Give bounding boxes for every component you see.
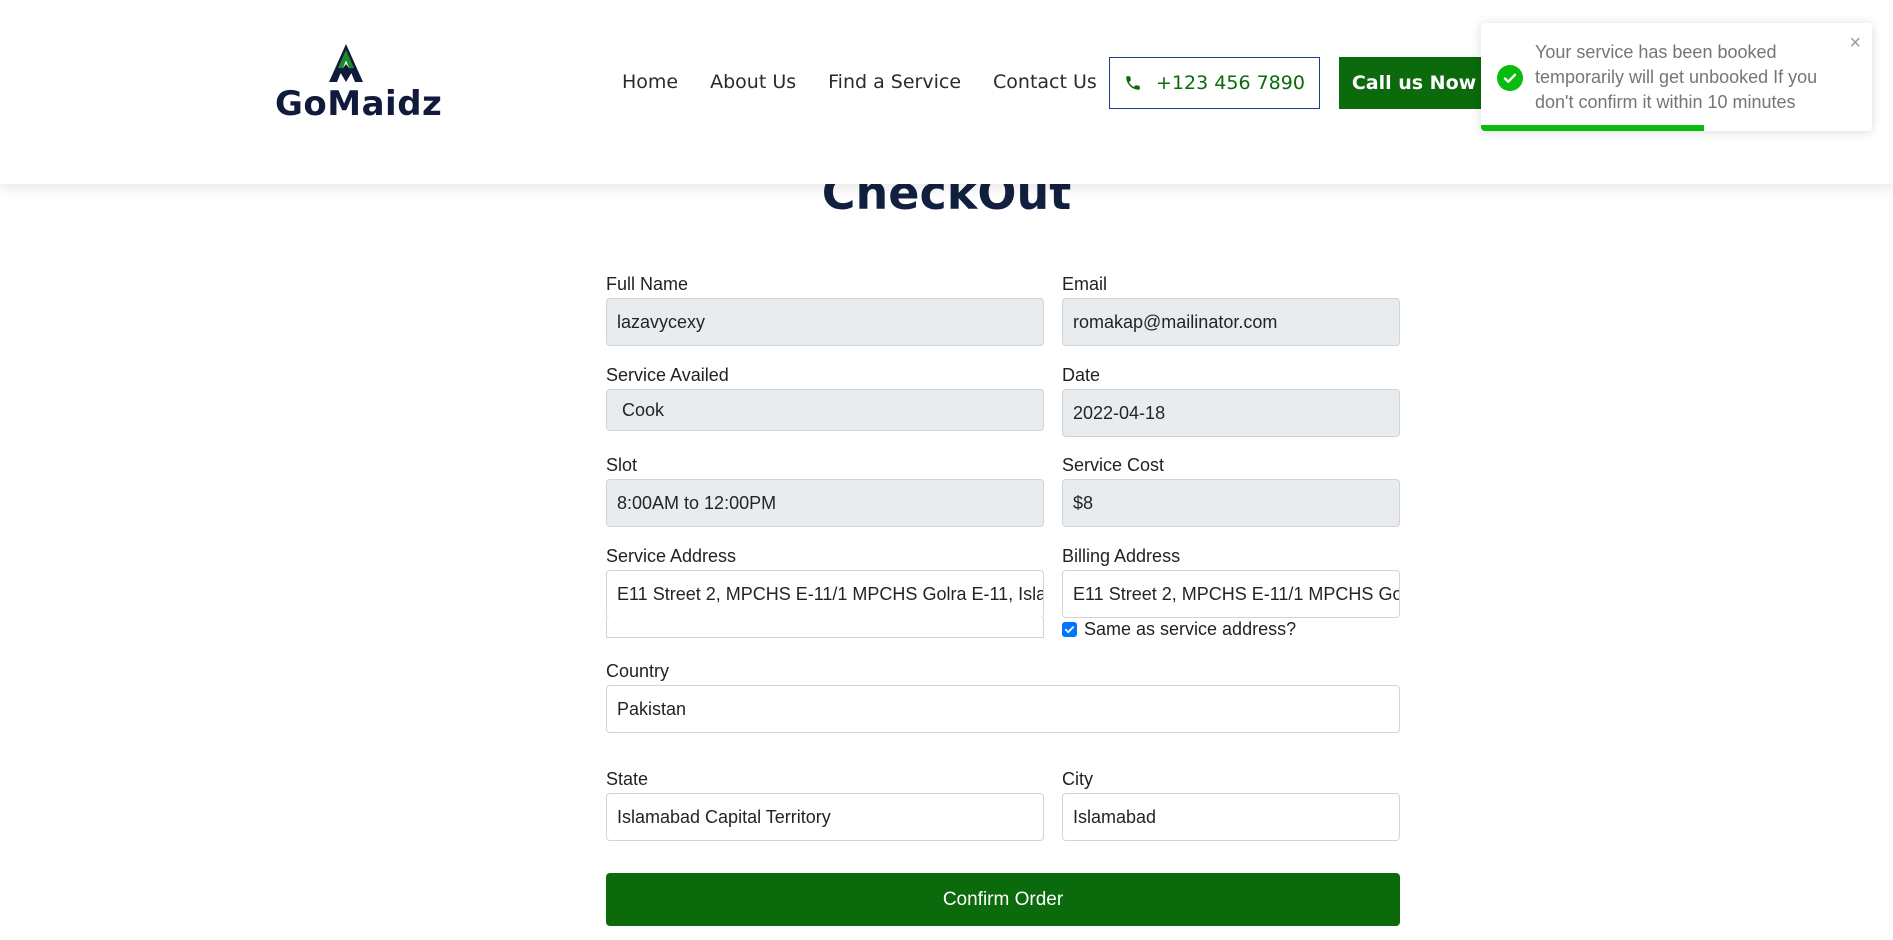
service-cost-field[interactable]: $8: [1062, 479, 1400, 527]
slot-label: Slot: [606, 455, 638, 475]
phone-icon: [1126, 76, 1140, 90]
call-us-now-button[interactable]: Call us Now: [1339, 57, 1489, 109]
nav-about-us[interactable]: About Us: [710, 71, 796, 93]
date-field[interactable]: 2022-04-18: [1062, 389, 1400, 437]
service-availed-label: Service Availed: [606, 365, 729, 385]
close-icon[interactable]: ×: [1849, 33, 1861, 53]
city-field[interactable]: Islamabad: [1062, 793, 1400, 841]
nav-contact-us[interactable]: Contact Us: [993, 71, 1097, 93]
same-as-service-row: Same as service address?: [1062, 619, 1296, 640]
logo-mark-icon: [329, 44, 363, 82]
address-suggestions-box: [606, 617, 1044, 638]
service-availed-field[interactable]: Cook: [606, 389, 1044, 431]
billing-address-label: Billing Address: [1062, 546, 1181, 566]
phone-number-button[interactable]: +123 456 7890: [1109, 57, 1320, 109]
main-nav: Home About Us Find a Service Contact Us: [622, 71, 1129, 93]
service-address-input[interactable]: E11 Street 2, MPCHS E-11/1 MPCHS Golra E…: [606, 570, 1044, 618]
full-name-label: Full Name: [606, 274, 689, 294]
city-label: City: [1062, 769, 1093, 789]
same-as-service-checkbox[interactable]: [1062, 622, 1077, 637]
billing-address-input[interactable]: E11 Street 2, MPCHS E-11/1 MPCHS Golra E…: [1062, 570, 1400, 618]
toast-message: Your service has been booked temporarily…: [1535, 42, 1818, 112]
state-label: State: [606, 769, 649, 789]
same-as-service-label: Same as service address?: [1084, 619, 1297, 639]
country-field[interactable]: Pakistan: [606, 685, 1400, 733]
confirm-order-button[interactable]: Confirm Order: [606, 873, 1400, 926]
phone-number: +123 456 7890: [1156, 72, 1305, 94]
service-address-label: Service Address: [606, 546, 737, 566]
state-field[interactable]: Islamabad Capital Territory: [606, 793, 1044, 841]
email-label: Email: [1062, 274, 1108, 294]
slot-field[interactable]: 8:00AM to 12:00PM: [606, 479, 1044, 527]
nav-find-a-service[interactable]: Find a Service: [828, 71, 961, 93]
booking-toast: Your service has been booked temporarily…: [1481, 23, 1872, 131]
country-label: Country: [606, 661, 670, 681]
full-name-field[interactable]: lazavycexy: [606, 298, 1044, 346]
service-cost-label: Service Cost: [1062, 455, 1165, 475]
date-label: Date: [1062, 365, 1101, 385]
toast-progress-bar: [1481, 125, 1704, 131]
brand-logo[interactable]: GoMaidz: [275, 42, 442, 124]
brand-name: GoMaidz: [275, 84, 443, 124]
nav-home[interactable]: Home: [622, 71, 678, 93]
email-field[interactable]: romakap@mailinator.com: [1062, 298, 1400, 346]
success-check-icon: [1497, 65, 1523, 91]
